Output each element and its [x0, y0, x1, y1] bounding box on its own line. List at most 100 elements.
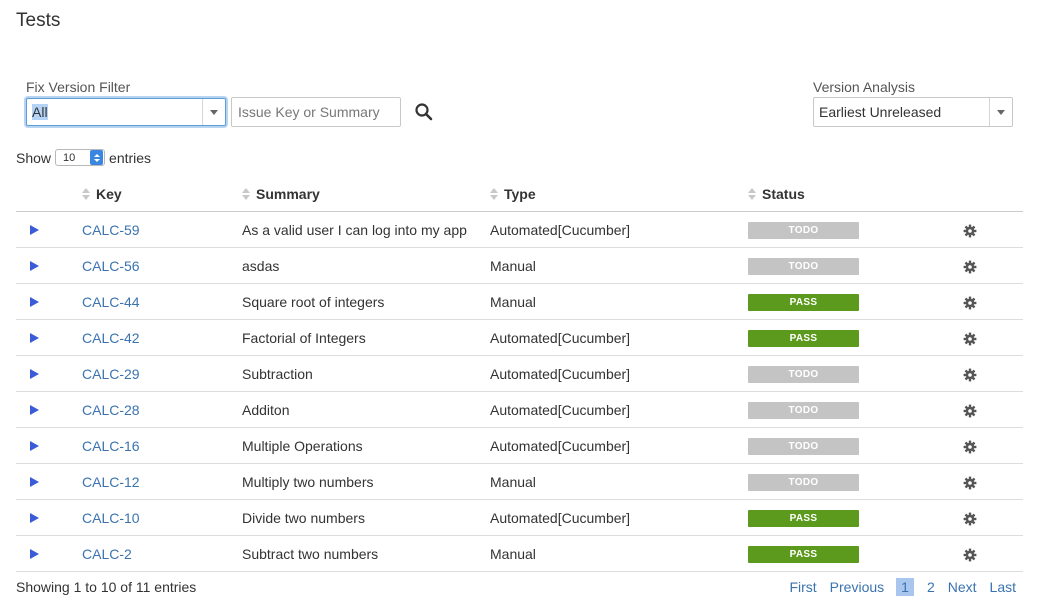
entries-per-page-select[interactable]: 10: [55, 149, 106, 166]
column-header-type[interactable]: Type: [490, 176, 748, 212]
issue-key-link[interactable]: CALC-59: [82, 222, 140, 238]
table-row: CALC-42 Factorial of Integers Automated[Cu…: [16, 319, 1023, 356]
page-title: Tests: [16, 10, 61, 31]
search-icon[interactable]: [414, 102, 434, 122]
length-menu: Show 10 entries: [16, 149, 151, 166]
status-badge: TODO: [748, 402, 859, 419]
table-row: CALC-2 Subtract two numbers Manual PASS: [16, 535, 1023, 572]
type-cell: Automated[Cucumber]: [490, 355, 748, 392]
play-triangle-icon[interactable]: [30, 512, 39, 523]
gear-icon[interactable]: [963, 260, 977, 274]
gear-icon[interactable]: [963, 332, 977, 346]
entries-label: entries: [109, 149, 152, 166]
table-row: CALC-28 Additon Automated[Cucumber] TODO: [16, 391, 1023, 428]
pagination: First Previous 1 2 Next Last: [776, 578, 1016, 596]
table-row: CALC-59 As a valid user I can log into my…: [16, 211, 1023, 248]
table-row: CALC-12 Multiply two numbers Manual TODO: [16, 463, 1023, 500]
issue-key-link[interactable]: CALC-29: [82, 366, 140, 382]
summary-cell: Square root of integers: [242, 283, 490, 320]
issue-key-link[interactable]: CALC-10: [82, 510, 140, 526]
sort-icon: [82, 187, 90, 200]
pagination-page-2[interactable]: 2: [927, 579, 935, 595]
summary-cell: As a valid user I can log into my app: [242, 211, 490, 248]
play-triangle-icon[interactable]: [30, 548, 39, 559]
table-row: CALC-44 Square root of integers Manual PASS: [16, 283, 1023, 320]
stepper-icon: [90, 150, 104, 165]
issue-key-link[interactable]: CALC-56: [82, 258, 140, 274]
gear-icon[interactable]: [963, 512, 977, 526]
table-row: CALC-10 Divide two numbers Automated[Cucum…: [16, 499, 1023, 536]
pagination-next[interactable]: Next: [948, 579, 977, 595]
issue-key-link[interactable]: CALC-16: [82, 438, 140, 454]
summary-cell: Subtraction: [242, 355, 490, 392]
column-header-status[interactable]: Status: [748, 176, 963, 212]
pagination-page-1[interactable]: 1: [896, 578, 914, 596]
issue-key-link[interactable]: CALC-28: [82, 402, 140, 418]
table-row: CALC-29 Subtraction Automated[Cucumber] TOD…: [16, 355, 1023, 392]
type-cell: Automated[Cucumber]: [490, 319, 748, 356]
gear-icon[interactable]: [963, 404, 977, 418]
status-badge: TODO: [748, 474, 859, 491]
status-badge: PASS: [748, 294, 859, 311]
sort-icon: [748, 187, 756, 200]
type-cell: Automated[Cucumber]: [490, 427, 748, 464]
play-triangle-icon[interactable]: [30, 260, 39, 271]
chevron-down-icon[interactable]: [989, 98, 1012, 126]
version-analysis-label: Version Analysis: [813, 79, 915, 95]
pagination-last[interactable]: Last: [990, 579, 1016, 595]
entries-per-page-value: 10: [63, 151, 76, 164]
gear-icon[interactable]: [963, 440, 977, 454]
pagination-first[interactable]: First: [789, 579, 816, 595]
sort-icon: [490, 187, 498, 200]
fix-version-select[interactable]: All: [26, 98, 226, 126]
play-triangle-icon[interactable]: [30, 224, 39, 235]
issue-key-link[interactable]: CALC-42: [82, 330, 140, 346]
status-badge: TODO: [748, 222, 859, 239]
tests-table: Key Summary Type Status CALC-59 As a vali…: [16, 176, 1023, 572]
column-header-key[interactable]: Key: [82, 176, 242, 212]
show-label: Show: [16, 149, 52, 166]
type-cell: Manual: [490, 463, 748, 500]
summary-cell: Multiply two numbers: [242, 463, 490, 500]
play-triangle-icon[interactable]: [30, 368, 39, 379]
chevron-down-icon[interactable]: [202, 99, 225, 125]
gear-icon[interactable]: [963, 224, 977, 238]
status-badge: PASS: [748, 546, 859, 563]
pagination-previous[interactable]: Previous: [830, 579, 884, 595]
status-badge: TODO: [748, 258, 859, 275]
type-cell: Manual: [490, 247, 748, 284]
gear-icon[interactable]: [963, 476, 977, 490]
gear-icon[interactable]: [963, 368, 977, 382]
version-analysis-select[interactable]: Earliest Unreleased: [813, 97, 1013, 127]
play-triangle-icon[interactable]: [30, 440, 39, 451]
actions-column-header: [963, 176, 1023, 212]
status-badge: PASS: [748, 330, 859, 347]
expand-column-header: [16, 176, 82, 212]
column-header-summary[interactable]: Summary: [242, 176, 490, 212]
fix-version-value: All: [32, 104, 48, 120]
gear-icon[interactable]: [963, 296, 977, 310]
play-triangle-icon[interactable]: [30, 332, 39, 343]
summary-cell: Factorial of Integers: [242, 319, 490, 356]
play-triangle-icon[interactable]: [30, 404, 39, 415]
status-badge: TODO: [748, 366, 859, 383]
summary-cell: Subtract two numbers: [242, 535, 490, 572]
gear-icon[interactable]: [963, 548, 977, 562]
play-triangle-icon[interactable]: [30, 296, 39, 307]
issue-key-link[interactable]: CALC-2: [82, 546, 132, 562]
version-analysis-value: Earliest Unreleased: [819, 104, 942, 120]
type-cell: Automated[Cucumber]: [490, 391, 748, 428]
type-cell: Manual: [490, 283, 748, 320]
table-header-row: Key Summary Type Status: [16, 176, 1023, 212]
summary-cell: Additon: [242, 391, 490, 428]
issue-key-link[interactable]: CALC-12: [82, 474, 140, 490]
search-input[interactable]: [231, 97, 401, 127]
table-info: Showing 1 to 10 of 11 entries: [16, 579, 197, 595]
status-badge: PASS: [748, 510, 859, 527]
play-triangle-icon[interactable]: [30, 476, 39, 487]
fix-version-filter-label: Fix Version Filter: [26, 79, 131, 95]
status-badge: TODO: [748, 438, 859, 455]
type-cell: Manual: [490, 535, 748, 572]
issue-key-link[interactable]: CALC-44: [82, 294, 140, 310]
summary-cell: asdas: [242, 247, 490, 284]
